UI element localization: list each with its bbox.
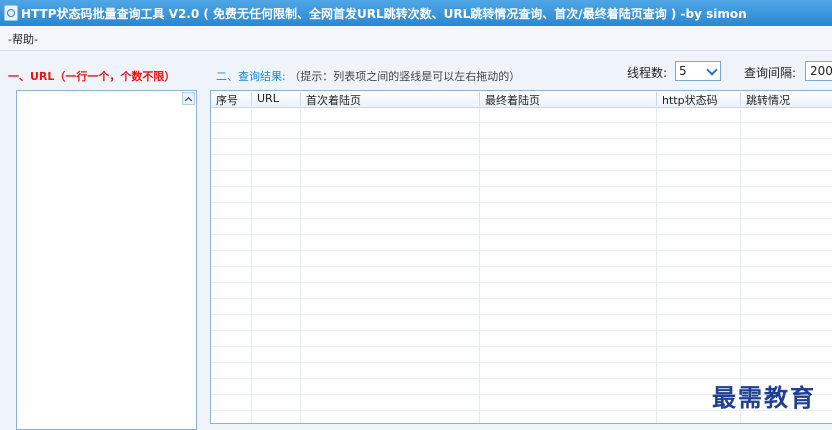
results-section-label: 二、查询结果: （提示：列表项之间的竖线是可以左右拖动的）: [216, 68, 520, 84]
threads-value: 5: [679, 64, 687, 78]
table-header: 序号 URL 首次着陆页 最终着陆页 http状态码 跳转情况: [211, 91, 832, 108]
results-title: 二、查询结果:: [216, 70, 286, 83]
column-header-index[interactable]: 序号: [211, 92, 252, 107]
title-bar: HTTP状态码批量查询工具 V2.0 ( 免费无任何限制、全网首发URL跳转次数…: [0, 0, 832, 26]
watermark: 最需教育: [712, 383, 816, 412]
window-title: HTTP状态码批量查询工具 V2.0 ( 免费无任何限制、全网首发URL跳转次数…: [21, 7, 747, 21]
column-header-status-code[interactable]: http状态码: [657, 92, 741, 107]
app-icon: [4, 5, 18, 21]
column-header-url[interactable]: URL: [252, 92, 301, 106]
column-header-redirects[interactable]: 跳转情况: [741, 92, 832, 107]
results-hint: （提示：列表项之间的竖线是可以左右拖动的）: [289, 70, 521, 83]
scroll-up-icon[interactable]: [182, 92, 195, 105]
interval-input[interactable]: 200: [805, 61, 832, 81]
menu-help[interactable]: -帮助-: [8, 31, 38, 47]
toolbar: 一、URL（一行一个，个数不限） 二、查询结果: （提示：列表项之间的竖线是可以…: [0, 51, 832, 89]
threads-label: 线程数:: [627, 66, 668, 80]
menu-bar: -帮助-: [0, 26, 832, 51]
chevron-down-icon[interactable]: [706, 64, 718, 76]
url-textarea[interactable]: [16, 90, 197, 430]
results-table[interactable]: 序号 URL 首次着陆页 最终着陆页 http状态码 跳转情况: [210, 90, 832, 424]
column-header-final-landing[interactable]: 最终着陆页: [480, 92, 657, 107]
column-header-first-landing[interactable]: 首次着陆页: [301, 92, 480, 107]
interval-label: 查询间隔:: [744, 66, 797, 80]
threads-select[interactable]: 5: [675, 61, 721, 81]
url-section-label: 一、URL（一行一个，个数不限）: [8, 70, 176, 83]
